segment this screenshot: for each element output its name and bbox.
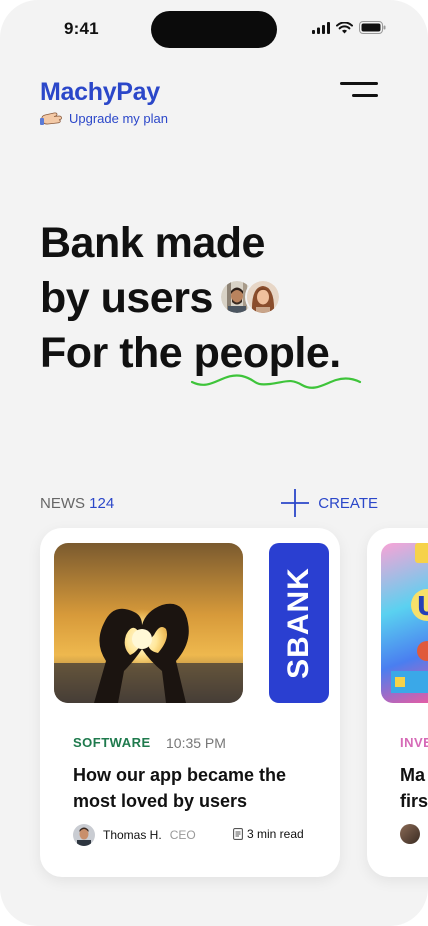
- sunset-heart-image: [54, 543, 243, 703]
- author-role: CEO: [169, 828, 196, 842]
- hero-line-1: Bank made: [40, 219, 265, 267]
- squiggle-underline: [190, 374, 361, 389]
- menu-button[interactable]: [340, 82, 378, 100]
- news-title: NEWS: [40, 494, 85, 512]
- news-label: NEWS 124: [40, 495, 114, 512]
- hero-line-3: For the people.: [40, 326, 361, 389]
- hero-line-2: by users: [40, 271, 341, 326]
- sbank-image: SBANK: [269, 543, 329, 703]
- upgrade-plan-label: Upgrade my plan: [69, 110, 168, 126]
- card-author-2: [400, 824, 420, 844]
- svg-text:U: U: [416, 592, 428, 622]
- status-icons: [312, 21, 386, 34]
- user-avatars: [218, 278, 281, 315]
- create-label: CREATE: [318, 494, 378, 512]
- card-title-2-line-2: firs: [400, 791, 428, 811]
- dynamic-island: [151, 11, 277, 48]
- wifi-icon: [336, 21, 353, 33]
- hand-emoji-icon: [40, 112, 62, 125]
- menu-icon-bar-top: [340, 82, 378, 85]
- card-category-2: INVE: [400, 735, 428, 750]
- sbank-text: SBANK: [282, 567, 315, 679]
- read-time: 3 min read: [233, 827, 304, 841]
- hero-line-3-prefix: For the: [40, 329, 183, 377]
- game-image: U: [381, 543, 428, 703]
- card-title-2-line-1: Ma: [400, 765, 426, 785]
- avatar-woman: [244, 278, 281, 315]
- phone-screen: 9:41 MachyPay Upgrade my plan Bank made …: [0, 0, 428, 926]
- card-category: SOFTWARE: [73, 735, 151, 750]
- read-time-label: 3 min read: [247, 827, 304, 841]
- news-count: 124: [89, 494, 115, 512]
- hero-heading: Bank made by users For the people.: [40, 216, 361, 389]
- author-avatar-2: [400, 824, 420, 844]
- status-bar: 9:41: [0, 0, 428, 56]
- hero-line-2-text: by users: [40, 274, 213, 322]
- news-bar: NEWS 124 CREATE: [40, 488, 378, 518]
- document-icon: [233, 828, 243, 840]
- card-title: How our app became the most loved by use…: [73, 765, 287, 811]
- hero-highlight: people.: [190, 326, 361, 389]
- card-author: Thomas H. CEO: [73, 824, 196, 846]
- create-button[interactable]: CREATE: [280, 488, 378, 518]
- author-name: Thomas H.: [103, 828, 162, 842]
- brand-logo[interactable]: MachyPay: [40, 78, 160, 107]
- game-art: U: [391, 543, 428, 693]
- news-card-2[interactable]: U INVE Ma firs: [367, 528, 428, 877]
- plus-icon: [281, 489, 310, 517]
- menu-icon-bar-bottom: [352, 94, 378, 97]
- card-time: 10:35 PM: [166, 735, 226, 751]
- signal-icon: [312, 21, 330, 34]
- battery-icon: [359, 21, 386, 34]
- author-avatar: [73, 824, 95, 846]
- news-card[interactable]: SBANK SOFTWARE 10:35 PM How our app beca…: [40, 528, 340, 877]
- card-title-2: Ma firs: [400, 762, 428, 814]
- upgrade-plan-link[interactable]: Upgrade my plan: [40, 110, 168, 126]
- heart-hands-photo: [54, 543, 243, 703]
- app-header: MachyPay: [40, 78, 160, 107]
- status-time: 9:41: [64, 19, 99, 38]
